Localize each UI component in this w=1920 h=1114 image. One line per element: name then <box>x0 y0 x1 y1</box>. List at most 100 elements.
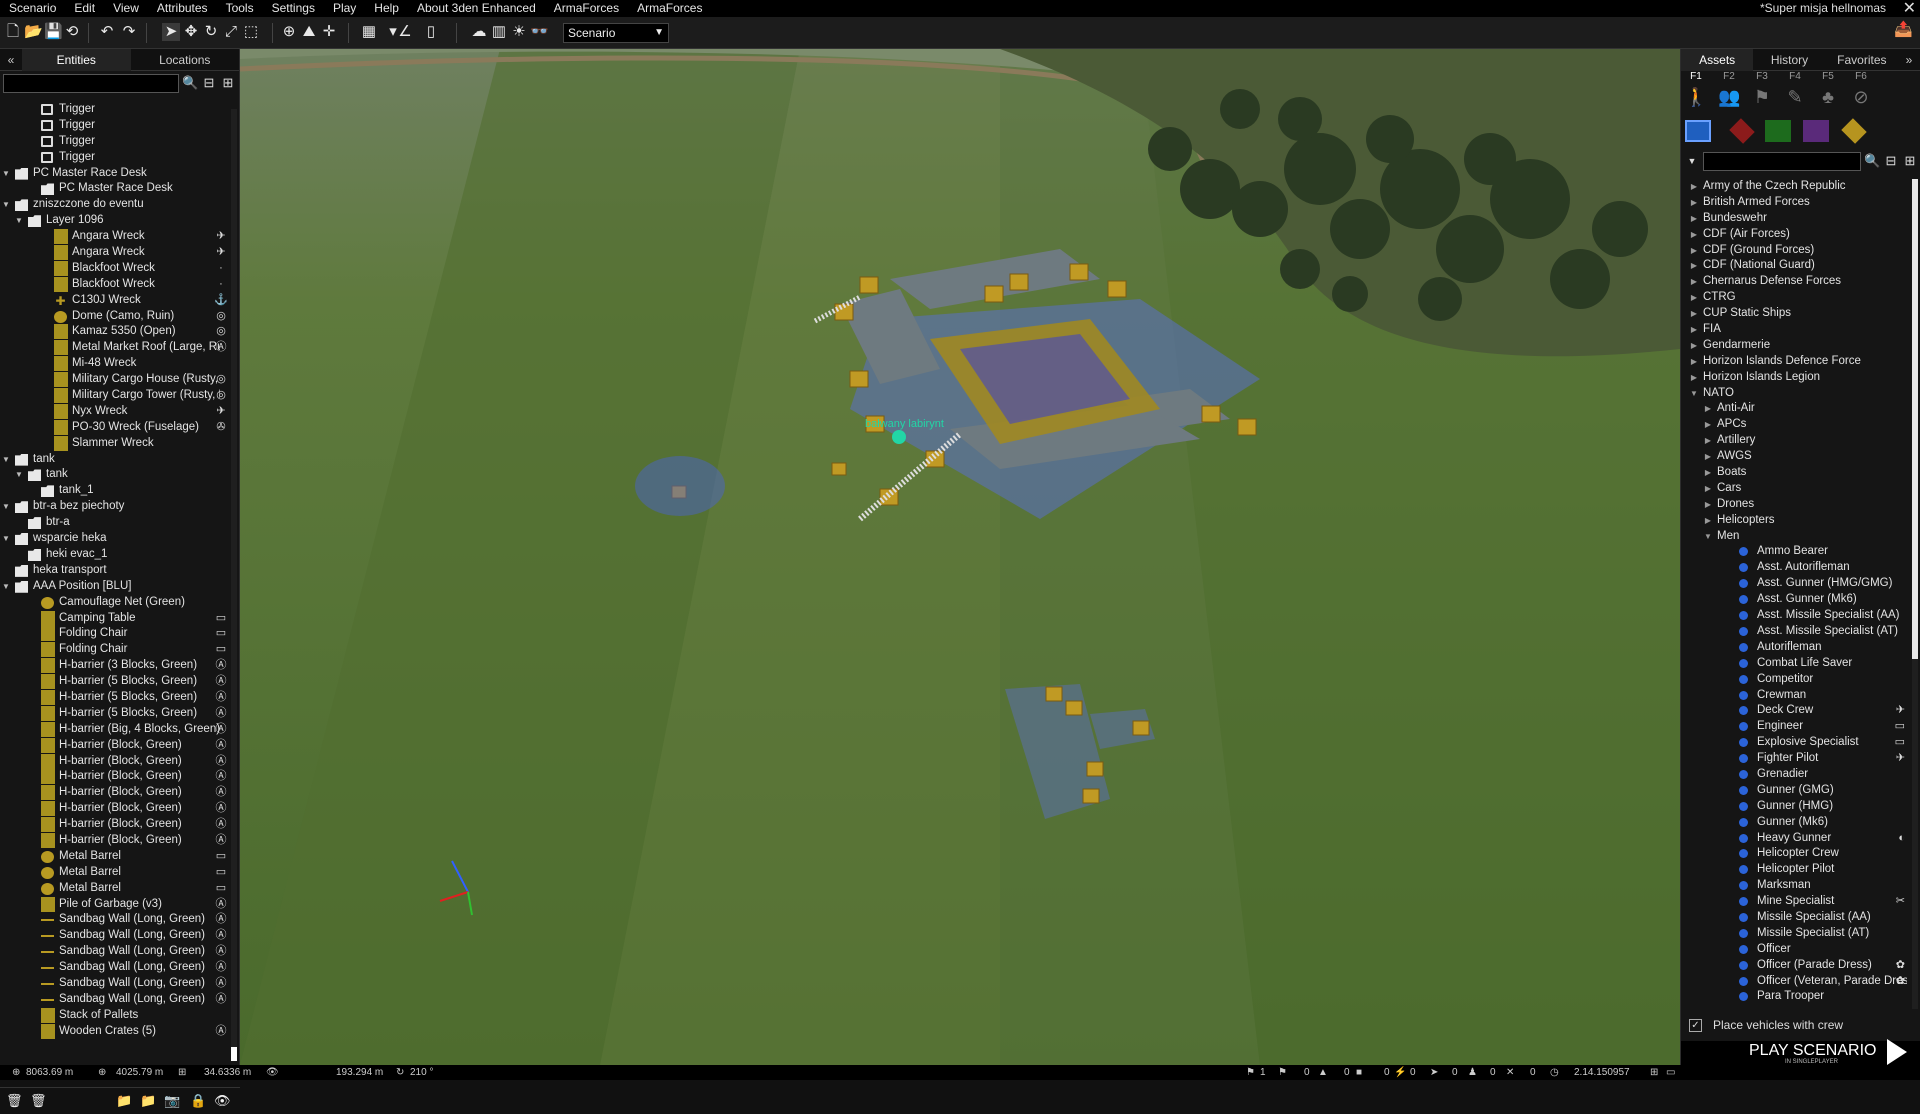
asset-row[interactable]: ▶ Anti-Air <box>1681 401 1913 417</box>
asset-row[interactable]: Autorifleman <box>1681 640 1913 656</box>
asset-row[interactable]: Asst. Autorifleman <box>1681 560 1913 576</box>
area-tool-icon[interactable]: ⬚ <box>242 23 260 41</box>
asset-row[interactable]: ▶ CDF (Ground Forces) <box>1681 243 1913 259</box>
chevron-right-icon[interactable]: ▶ <box>1689 179 1699 195</box>
chevron-right-icon[interactable]: ▶ <box>1689 354 1699 370</box>
entity-row[interactable]: Trigger <box>0 150 232 166</box>
chevron-down-icon[interactable]: ▼ <box>1 452 11 468</box>
tab-locations[interactable]: Locations <box>131 49 240 71</box>
erase-icon[interactable]: ⊘ <box>1850 85 1872 109</box>
asset-row[interactable]: Officer <box>1681 942 1913 958</box>
rotation-snap-icon[interactable]: ∠ <box>396 23 414 41</box>
menu-attributes[interactable]: Attributes <box>148 0 217 17</box>
asset-row[interactable]: ▶ Drones <box>1681 497 1913 513</box>
lighting-icon[interactable]: ☀ <box>510 23 528 41</box>
asset-row[interactable]: ▼ NATO <box>1681 386 1913 402</box>
asset-row[interactable]: ▶ CUP Static Ships <box>1681 306 1913 322</box>
asset-row[interactable]: ▶ Helicopters <box>1681 513 1913 529</box>
entity-row[interactable]: Nyx Wreck ✈ <box>0 403 232 420</box>
export-icon[interactable]: ⟲ <box>63 23 81 41</box>
entity-row[interactable]: Metal Barrel ▭ <box>0 881 232 897</box>
entity-row[interactable]: ▼ AAA Position [BLU] <box>0 579 232 595</box>
entity-row[interactable]: Folding Chair ▭ <box>0 626 232 642</box>
asset-row[interactable]: ▶ CTRG <box>1681 290 1913 306</box>
entity-row[interactable]: Blackfoot Wreck · <box>0 276 232 293</box>
chevron-down-icon[interactable]: ▼ <box>1703 529 1713 545</box>
chevron-right-icon[interactable]: ▶ <box>1703 401 1713 417</box>
open-folder-icon[interactable]: 📂 <box>24 23 43 41</box>
asset-row[interactable]: Gunner (HMG) <box>1681 799 1913 815</box>
menu-help[interactable]: Help <box>365 0 408 17</box>
asset-row[interactable]: Combat Life Saver <box>1681 656 1913 672</box>
menu-view[interactable]: View <box>104 0 148 17</box>
entity-row[interactable]: Angara Wreck ✈ <box>0 229 232 245</box>
aaa-area[interactable] <box>635 456 725 516</box>
world-space-icon[interactable]: ⊕ <box>280 23 298 41</box>
entity-row[interactable]: Trigger <box>0 134 232 150</box>
entity-row[interactable]: H-barrier (Block, Green) Ⓐ <box>0 817 232 833</box>
asset-row[interactable]: ▶ Cars <box>1681 481 1913 497</box>
chat-bubble-icon[interactable] <box>892 430 906 444</box>
entity-row[interactable]: Metal Barrel ▭ <box>0 849 232 865</box>
play-scenario-button[interactable]: PLAY SCENARIO IN SINGLEPLAYER <box>1681 1039 1920 1065</box>
asset-row[interactable]: ▶ Chernarus Defense Forces <box>1681 274 1913 290</box>
publish-icon[interactable]: 📤 <box>1894 21 1913 39</box>
search-icon[interactable]: 🔍 <box>1864 153 1880 169</box>
entity-row[interactable]: Trigger <box>0 118 232 134</box>
collapse-all-icon[interactable]: ⊟ <box>201 75 217 91</box>
entity-row[interactable]: Sandbag Wall (Long, Green) Ⓐ <box>0 928 232 944</box>
asset-row[interactable]: ▶ Horizon Islands Defence Force <box>1681 354 1913 370</box>
lock-layer-icon[interactable]: 🔒 <box>190 1094 206 1108</box>
entity-row[interactable]: heki evac_1 <box>0 547 232 563</box>
chevron-down-icon[interactable]: ▼ <box>1 197 11 213</box>
chevron-down-icon[interactable]: ▼ <box>1 499 11 515</box>
menu-play[interactable]: Play <box>324 0 365 17</box>
entity-row[interactable]: Sandbag Wall (Long, Green) Ⓐ <box>0 944 232 960</box>
entity-row[interactable]: Camouflage Net (Green) <box>0 595 232 611</box>
asset-row[interactable]: Asst. Missile Specialist (AT) <box>1681 624 1913 640</box>
select-tool-icon[interactable]: ➤ <box>162 23 180 41</box>
asset-row[interactable]: ▶ Artillery <box>1681 433 1913 449</box>
marker-icon[interactable]: ♣ <box>1817 85 1839 109</box>
new-layer-icon[interactable]: 📁 <box>116 1094 132 1108</box>
tab-favorites[interactable]: Favorites <box>1826 49 1898 71</box>
entity-row[interactable]: btr-a <box>0 515 232 531</box>
entity-row[interactable]: Military Cargo House (Rusty, Ruin)◎ <box>0 372 232 388</box>
module-icon[interactable]: ⚑ <box>1751 85 1773 109</box>
person-icon[interactable]: 🚶 <box>1685 85 1707 109</box>
faction-civilian-icon[interactable] <box>1803 120 1829 142</box>
chevron-down-icon[interactable]: ▼ <box>1689 386 1699 402</box>
chevron-right-icon[interactable]: ▶ <box>1703 513 1713 529</box>
entity-row[interactable]: ▼ Layer 1096 <box>0 213 232 229</box>
scale-tool-icon[interactable]: ⤢ <box>222 23 240 41</box>
chevron-down-icon[interactable]: ▼ <box>1 531 11 547</box>
asset-row[interactable]: Gunner (Mk6) <box>1681 815 1913 831</box>
expand-all-icon[interactable]: ⊞ <box>1902 153 1918 169</box>
asset-row[interactable]: ▶ British Armed Forces <box>1681 195 1913 211</box>
asset-row[interactable]: ▶ Horizon Islands Legion <box>1681 370 1913 386</box>
chevron-right-icon[interactable]: ▶ <box>1689 195 1699 211</box>
menu-armaforces[interactable]: ArmaForces <box>628 0 711 17</box>
weather-icon[interactable]: ☁ <box>470 23 488 41</box>
chevron-right-icon[interactable]: ▶ <box>1689 290 1699 306</box>
asset-row[interactable]: Asst. Gunner (HMG/GMG) <box>1681 576 1913 592</box>
translate-tool-icon[interactable]: ✥ <box>182 23 200 41</box>
chevron-right-icon[interactable]: ▶ <box>1703 417 1713 433</box>
asset-row[interactable]: Competitor <box>1681 672 1913 688</box>
asset-row[interactable]: Explosive Specialist ▭ <box>1681 735 1913 751</box>
redo-icon[interactable]: ↷ <box>120 23 138 41</box>
menu-settings[interactable]: Settings <box>263 0 324 17</box>
chevron-right-icon[interactable]: ▶ <box>1689 211 1699 227</box>
map-icon[interactable]: ▥ <box>490 23 508 41</box>
asset-row[interactable]: ▶ AWGS <box>1681 449 1913 465</box>
rotate-tool-icon[interactable]: ↻ <box>202 23 220 41</box>
asset-row[interactable]: Engineer ▭ <box>1681 719 1913 735</box>
entity-row[interactable]: H-barrier (Block, Green) Ⓐ <box>0 753 232 770</box>
entity-row[interactable]: Blackfoot Wreck · <box>0 260 232 277</box>
entity-row[interactable]: H-barrier (Block, Green) Ⓐ <box>0 785 232 801</box>
menu-about-3den-enhanced[interactable]: About 3den Enhanced <box>408 0 545 17</box>
chevron-down-icon[interactable]: ▼ <box>1 166 11 182</box>
entity-row[interactable]: Camping Table ▭ <box>0 610 232 627</box>
scenario-select[interactable]: Scenario ▼ <box>563 23 669 43</box>
chevron-right-icon[interactable]: ▶ <box>1689 227 1699 243</box>
